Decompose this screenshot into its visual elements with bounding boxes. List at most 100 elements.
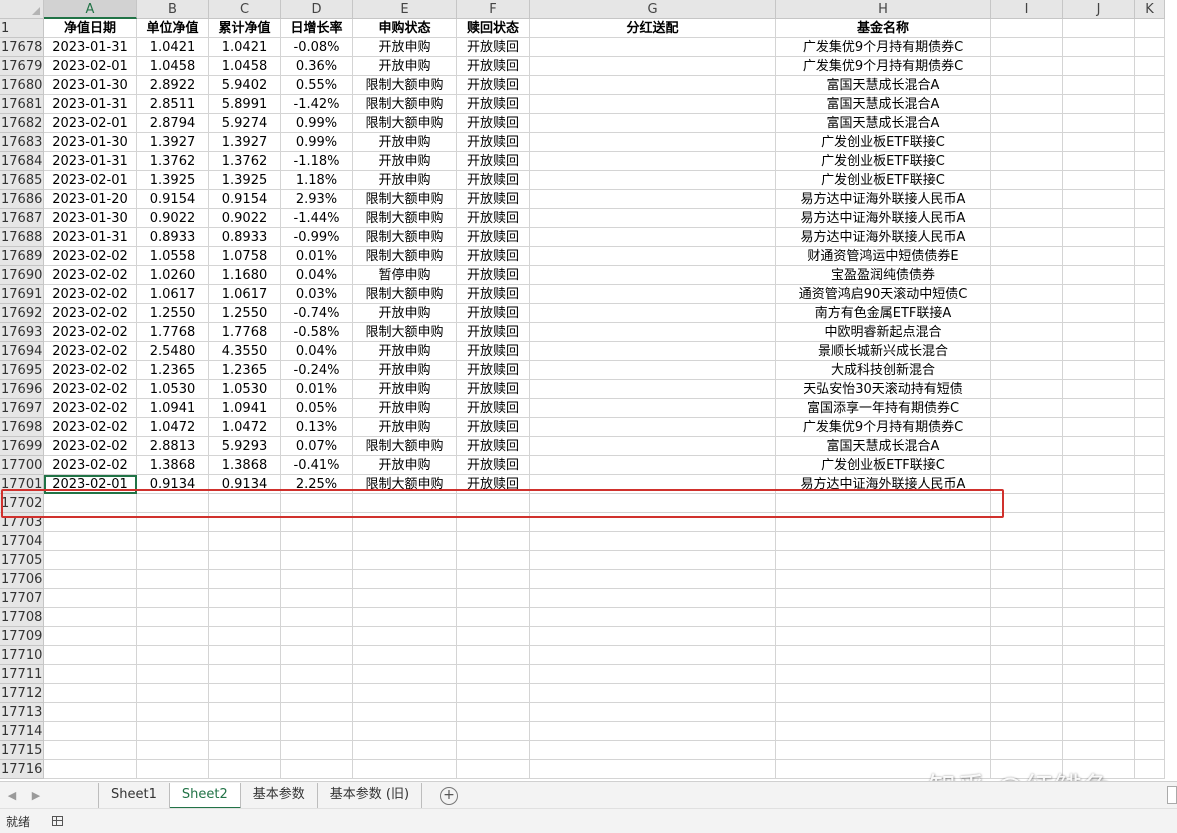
table-cell[interactable] [991,608,1063,627]
table-cell[interactable] [209,532,281,551]
table-cell[interactable]: 1.0260 [137,266,209,285]
table-cell[interactable]: 0.99% [281,133,353,152]
table-cell[interactable]: 2023-01-20 [44,190,137,209]
table-cell[interactable] [457,684,530,703]
table-cell[interactable] [457,513,530,532]
table-cell[interactable] [457,627,530,646]
table-cell[interactable] [991,589,1063,608]
table-cell[interactable]: 开放申购 [353,418,457,437]
table-cell[interactable] [1063,703,1135,722]
table-cell[interactable] [457,494,530,513]
table-cell[interactable]: 广发集优9个月持有期债券C [776,57,991,76]
table-cell[interactable] [1063,152,1135,171]
table-cell[interactable] [991,133,1063,152]
table-cell[interactable] [457,608,530,627]
table-cell[interactable] [1135,399,1165,418]
table-cell[interactable] [530,76,776,95]
table-cell[interactable]: 大成科技创新混合 [776,361,991,380]
table-cell[interactable]: 1.3868 [209,456,281,475]
table-cell[interactable] [1135,57,1165,76]
table-cell[interactable]: 限制大额申购 [353,95,457,114]
table-cell[interactable]: 0.36% [281,57,353,76]
table-cell[interactable] [1063,114,1135,133]
table-cell[interactable] [281,494,353,513]
table-cell[interactable] [776,551,991,570]
table-cell[interactable] [776,570,991,589]
table-cell[interactable] [209,741,281,760]
table-cell[interactable] [209,589,281,608]
table-cell[interactable]: 限制大额申购 [353,247,457,266]
table-cell[interactable] [457,646,530,665]
table-cell[interactable] [776,646,991,665]
table-cell[interactable] [530,152,776,171]
table-cell[interactable]: 开放赎回 [457,475,530,494]
table-cell[interactable] [776,684,991,703]
table-cell[interactable]: 0.9134 [209,475,281,494]
table-cell[interactable]: 富国天慧成长混合A [776,114,991,133]
table-cell[interactable]: -1.18% [281,152,353,171]
row-number[interactable]: 17689 [0,247,44,266]
table-cell[interactable]: 2023-02-02 [44,437,137,456]
table-cell[interactable] [353,665,457,684]
table-cell[interactable] [530,627,776,646]
table-cell[interactable] [776,589,991,608]
table-cell[interactable]: 1.3868 [137,456,209,475]
table-cell[interactable] [353,760,457,779]
table-cell[interactable]: 开放申购 [353,380,457,399]
table-cell[interactable] [991,323,1063,342]
table-cell[interactable]: 1.0530 [137,380,209,399]
table-cell[interactable] [991,399,1063,418]
table-cell[interactable] [530,399,776,418]
table-cell[interactable]: 开放赎回 [457,361,530,380]
cell-mode-icon[interactable] [52,816,64,826]
table-cell[interactable] [991,380,1063,399]
table-cell[interactable] [44,532,137,551]
table-cell[interactable]: 南方有色金属ETF联接A [776,304,991,323]
table-cell[interactable] [530,570,776,589]
header-cell[interactable] [1063,19,1135,38]
row-number[interactable]: 17690 [0,266,44,285]
table-cell[interactable]: 2023-02-01 [44,57,137,76]
column-header-k[interactable]: K [1135,0,1165,19]
table-cell[interactable] [1135,570,1165,589]
row-number[interactable]: 17714 [0,722,44,741]
table-cell[interactable] [353,570,457,589]
table-cell[interactable] [44,703,137,722]
table-cell[interactable] [137,665,209,684]
table-cell[interactable] [1135,589,1165,608]
table-cell[interactable] [209,627,281,646]
table-cell[interactable]: 0.05% [281,399,353,418]
table-cell[interactable] [530,760,776,779]
column-header-j[interactable]: J [1063,0,1135,19]
table-cell[interactable] [1063,570,1135,589]
sheet-tab[interactable]: Sheet1 [98,782,170,809]
table-cell[interactable]: 2.8794 [137,114,209,133]
table-cell[interactable]: 2023-02-02 [44,399,137,418]
table-cell[interactable] [991,551,1063,570]
table-cell[interactable] [1063,342,1135,361]
table-cell[interactable] [530,722,776,741]
table-cell[interactable]: 开放赎回 [457,266,530,285]
table-cell[interactable] [281,665,353,684]
table-cell[interactable]: 开放赎回 [457,437,530,456]
table-cell[interactable]: 2.5480 [137,342,209,361]
table-cell[interactable]: -0.99% [281,228,353,247]
table-cell[interactable] [44,646,137,665]
table-cell[interactable] [209,513,281,532]
table-cell[interactable]: 1.0421 [209,38,281,57]
table-cell[interactable]: 2023-02-01 [44,171,137,190]
table-cell[interactable]: 2.8922 [137,76,209,95]
table-cell[interactable]: -0.58% [281,323,353,342]
table-cell[interactable]: 富国天慧成长混合A [776,95,991,114]
table-cell[interactable] [1063,361,1135,380]
table-cell[interactable] [530,513,776,532]
table-cell[interactable] [530,285,776,304]
table-cell[interactable] [530,228,776,247]
table-cell[interactable]: 2023-01-30 [44,76,137,95]
table-cell[interactable]: 2023-01-31 [44,152,137,171]
table-cell[interactable] [281,760,353,779]
table-cell[interactable]: 2023-01-31 [44,228,137,247]
table-cell[interactable] [1135,266,1165,285]
table-cell[interactable] [457,722,530,741]
table-cell[interactable]: 0.9154 [209,190,281,209]
